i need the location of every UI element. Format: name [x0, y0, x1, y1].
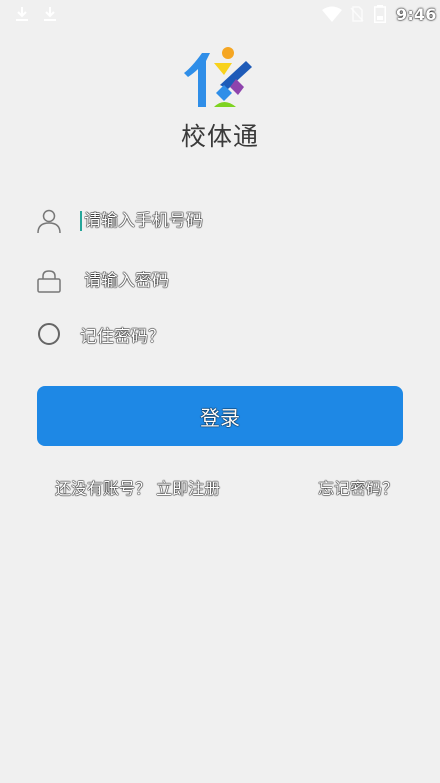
app-logo: 校体通 — [170, 45, 270, 153]
app-name: 校体通 — [180, 122, 259, 151]
lock-icon — [37, 270, 61, 293]
download-icon — [44, 7, 56, 21]
phone-row — [36, 205, 404, 237]
status-time: 9:46 — [396, 5, 437, 24]
status-bar: 9:46 — [0, 0, 440, 30]
password-row — [36, 265, 404, 297]
remember-password-label[interactable]: 记住密码？ — [80, 322, 165, 347]
login-screen: 9:46 校体通 请输入手机号码 记住密码？ 登录 还没有账号？ 立即注册 忘记… — [0, 0, 440, 783]
user-icon — [37, 209, 61, 234]
no-sim-icon — [350, 6, 364, 22]
register-link[interactable]: 还没有账号？ 立即注册 — [55, 475, 220, 499]
password-input[interactable] — [80, 271, 384, 291]
app-logo-mark-icon — [184, 47, 252, 107]
login-button[interactable]: 登录 — [37, 386, 403, 446]
download-icon — [16, 7, 28, 21]
forgot-password-link[interactable]: 忘记密码？ — [318, 475, 398, 499]
wifi-icon — [322, 6, 342, 22]
remember-password-checkbox[interactable] — [38, 323, 60, 345]
battery-icon — [374, 5, 386, 23]
phone-input[interactable] — [80, 211, 384, 231]
remember-password-row[interactable]: 记住密码？ — [36, 318, 404, 350]
